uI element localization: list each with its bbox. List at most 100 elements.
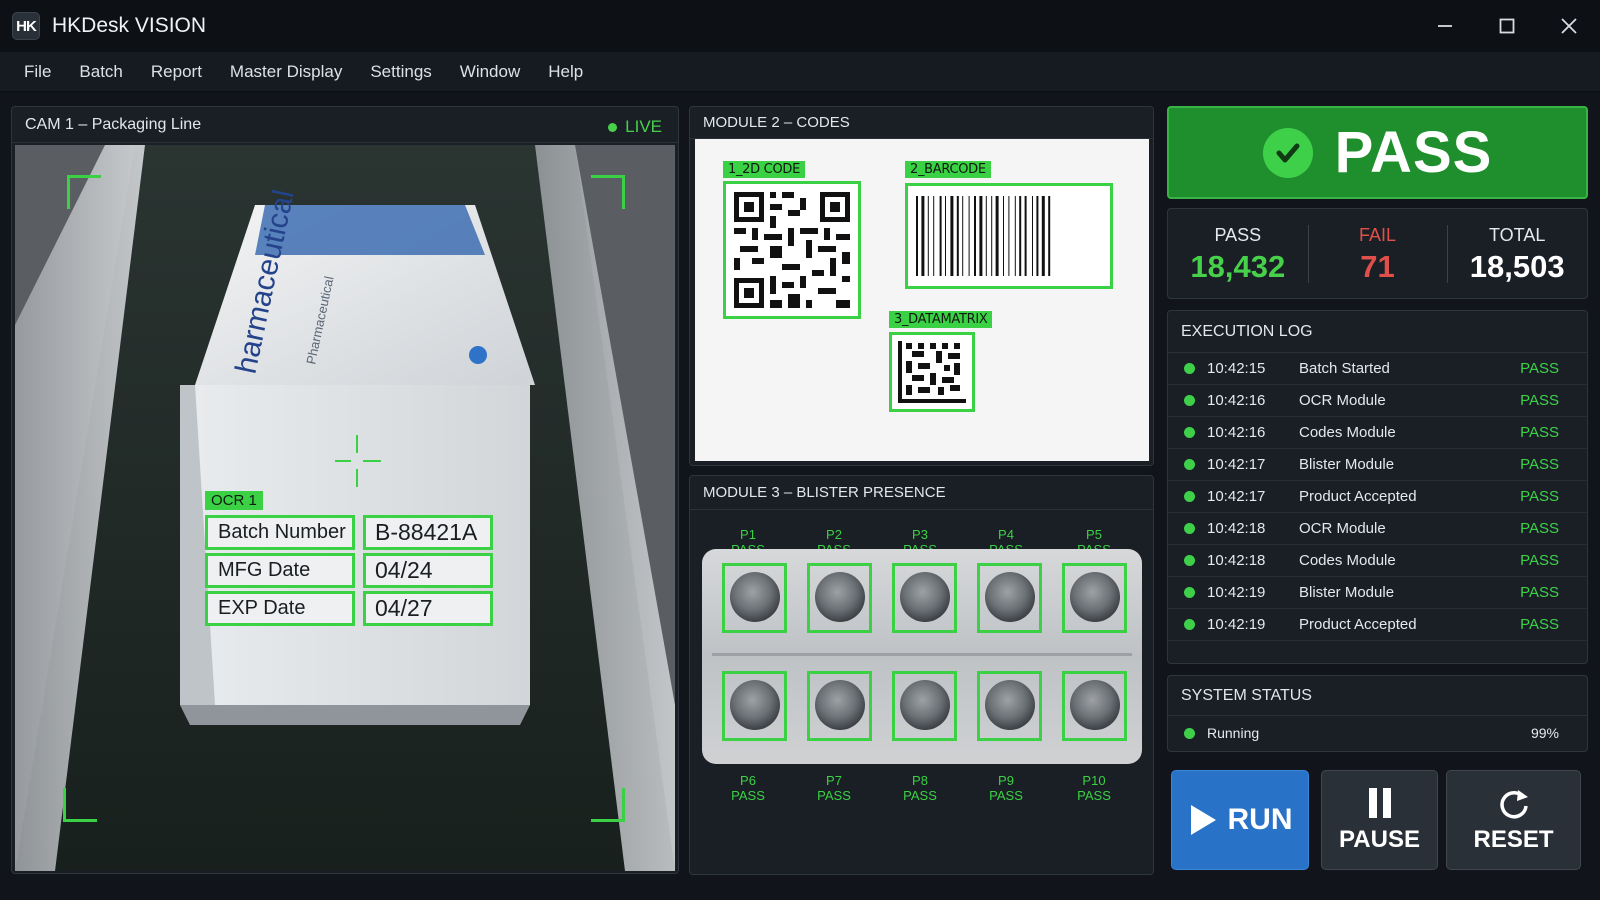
- reset-button[interactable]: RESET: [1446, 770, 1581, 870]
- ocr-field-value: 04/24: [363, 553, 493, 588]
- frame-corner-top-left: [67, 175, 101, 209]
- barcode-tag: 2_BARCODE: [905, 161, 991, 178]
- barcode-bar: [1008, 196, 1010, 276]
- pocket-p8[interactable]: [892, 671, 957, 741]
- blister-view[interactable]: P1PASS P2PASS P3PASS P4PASS P5PASS P6PAS…: [690, 511, 1153, 873]
- system-status-row: Running 99%: [1168, 716, 1587, 750]
- frame-corner-bottom-right: [591, 788, 625, 822]
- menu-window[interactable]: Window: [446, 62, 534, 82]
- barcode-bar: [968, 196, 970, 276]
- log-event: Blister Module: [1299, 456, 1395, 473]
- pill: [900, 572, 950, 622]
- log-status: PASS: [1520, 616, 1559, 633]
- ocr-field-label: Batch Number: [205, 515, 355, 550]
- menu-report[interactable]: Report: [137, 62, 216, 82]
- pocket-label: P10 PASS: [1077, 773, 1111, 803]
- camera-view[interactable]: harmaceutical Pharmaceutical OCR 1 Batch…: [15, 145, 675, 871]
- status-dot-icon: [1184, 427, 1195, 438]
- barcode-bar: [1032, 196, 1033, 276]
- live-indicator: LIVE: [608, 117, 662, 137]
- pocket-p1[interactable]: [722, 563, 787, 633]
- pill: [1070, 572, 1120, 622]
- system-state: Running: [1207, 725, 1260, 741]
- pocket-label: P7 PASS: [817, 773, 851, 803]
- refresh-icon: [1499, 790, 1528, 819]
- live-dot-icon: [608, 122, 618, 132]
- codes-view[interactable]: 1_2D CODE 2_BARCODE 3_DATAMATRIX: [695, 139, 1149, 461]
- pill: [985, 680, 1035, 730]
- blister-panel: MODULE 3 – BLISTER PRESENCE P1PASS P2PAS…: [689, 475, 1154, 875]
- pill: [900, 680, 950, 730]
- status-dot-icon: [1184, 587, 1195, 598]
- barcode-bar: [979, 196, 983, 276]
- log-status: PASS: [1520, 584, 1559, 601]
- ocr-field-label: EXP Date: [205, 591, 355, 626]
- barcode-region[interactable]: [905, 183, 1113, 289]
- minimize-icon: [1438, 25, 1452, 27]
- log-row: 10:42:17 Blister Module PASS: [1168, 449, 1587, 481]
- barcode-bar: [1041, 196, 1045, 276]
- log-row: 10:42:18 Codes Module PASS: [1168, 545, 1587, 577]
- qr-code-region[interactable]: [723, 181, 861, 319]
- pocket-p2[interactable]: [807, 563, 872, 633]
- pill: [730, 572, 780, 622]
- barcode-bar: [974, 196, 976, 276]
- pocket-label: P8 PASS: [903, 773, 937, 803]
- play-icon: [1190, 805, 1216, 835]
- stat-fail: FAIL 71: [1307, 209, 1448, 298]
- menu-master-display[interactable]: Master Display: [216, 62, 356, 82]
- datamatrix-tag: 3_DATAMATRIX: [889, 311, 993, 328]
- menu-settings[interactable]: Settings: [356, 62, 445, 82]
- blister-tray: [702, 549, 1142, 764]
- stats-panel: PASS 18,432 FAIL 71 TOTAL 18,503: [1167, 208, 1588, 299]
- log-event: OCR Module: [1299, 392, 1386, 409]
- log-row: 10:42:17 Product Accepted PASS: [1168, 481, 1587, 513]
- pill: [730, 680, 780, 730]
- system-status-panel: SYSTEM STATUS Running 99%: [1167, 675, 1588, 752]
- ocr-field-value: 04/27: [363, 591, 493, 626]
- barcode-bar: [1048, 196, 1051, 276]
- datamatrix-region[interactable]: [889, 332, 975, 412]
- live-label: LIVE: [625, 117, 662, 136]
- pocket-p5[interactable]: [1062, 563, 1127, 633]
- pocket-p3[interactable]: [892, 563, 957, 633]
- maximize-button[interactable]: [1476, 0, 1538, 52]
- pocket-p9[interactable]: [977, 671, 1042, 741]
- pocket-p7[interactable]: [807, 671, 872, 741]
- log-list[interactable]: 10:42:15 Batch Started PASS 10:42:16 OCR Mo…: [1168, 353, 1587, 641]
- minimize-button[interactable]: [1414, 0, 1476, 52]
- menu-bar: File Batch Report Master Display Setting…: [0, 52, 1600, 92]
- menu-file[interactable]: File: [10, 62, 65, 82]
- menu-help[interactable]: Help: [534, 62, 597, 82]
- app-title: HKDesk VISION: [52, 14, 207, 37]
- pill: [1070, 680, 1120, 730]
- barcode-bar: [939, 196, 942, 276]
- barcode-bar: [985, 196, 987, 276]
- close-button[interactable]: [1538, 0, 1600, 52]
- ocr-row-exp: EXP Date 04/27: [205, 591, 495, 626]
- pill: [815, 572, 865, 622]
- pocket-p6[interactable]: [722, 671, 787, 741]
- run-button[interactable]: RUN: [1171, 770, 1309, 870]
- title-bar: HK HKDesk VISION: [0, 0, 1600, 52]
- barcode-bar: [950, 196, 954, 276]
- log-status: PASS: [1520, 552, 1559, 569]
- pocket-p4[interactable]: [977, 563, 1042, 633]
- pocket-p10[interactable]: [1062, 671, 1127, 741]
- status-dot-icon: [1184, 363, 1195, 374]
- pause-icon: [1368, 788, 1391, 818]
- barcode-icon: [916, 196, 1051, 276]
- barcode-bar: [995, 196, 999, 276]
- datamatrix-icon: [898, 341, 966, 403]
- codes-panel: MODULE 2 – CODES 1_2D CODE 2_BARCODE 3_D…: [689, 106, 1154, 466]
- menu-batch[interactable]: Batch: [65, 62, 136, 82]
- log-event: OCR Module: [1299, 520, 1386, 537]
- ocr-region[interactable]: OCR 1 Batch Number B-88421A MFG Date 04/…: [205, 491, 495, 627]
- pause-button[interactable]: PAUSE: [1321, 770, 1438, 870]
- stat-value: 18,503: [1469, 249, 1565, 284]
- log-time: 10:42:17: [1207, 456, 1266, 473]
- result-banner: PASS: [1167, 106, 1588, 199]
- barcode-bar: [927, 196, 929, 276]
- pill: [815, 680, 865, 730]
- barcode-bar: [1019, 196, 1022, 276]
